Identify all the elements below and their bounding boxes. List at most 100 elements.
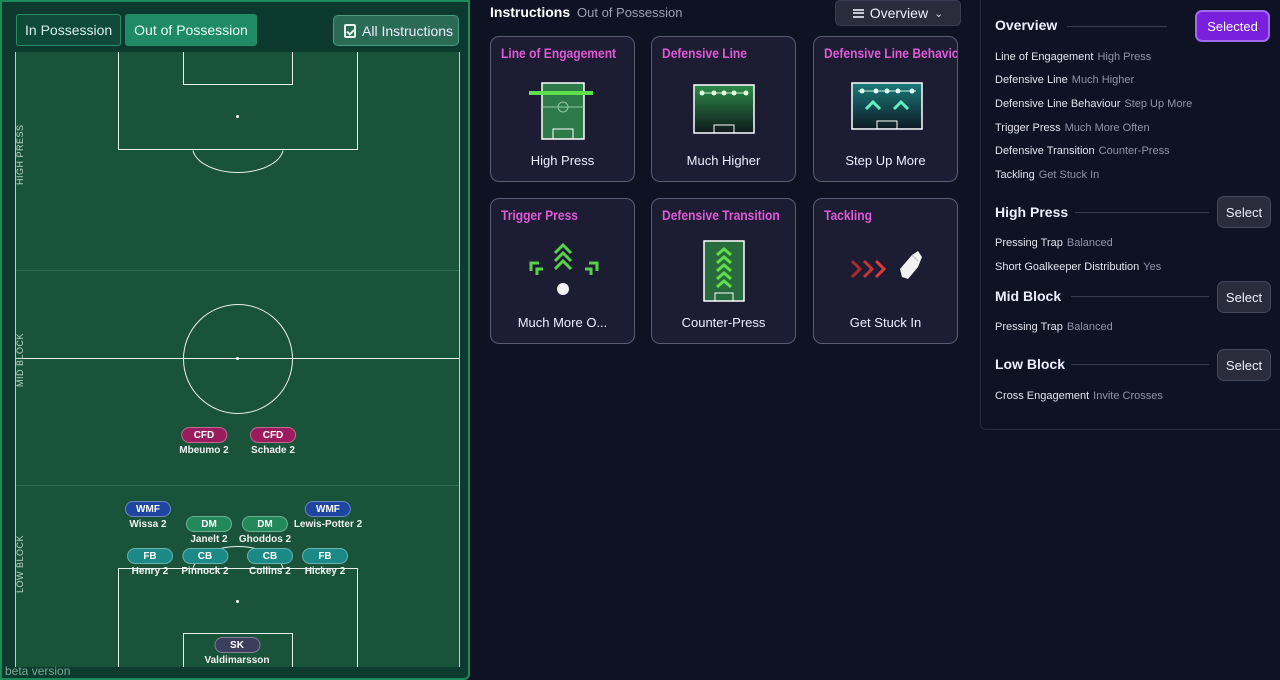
player-wissa[interactable]: WMF Wissa 2 (125, 501, 171, 530)
position-badge: FB (127, 548, 173, 564)
low-block-select-button[interactable]: Select (1217, 349, 1271, 381)
card-title: Defensive Line Behavio (824, 45, 958, 61)
position-badge: DM (186, 516, 232, 532)
player-henry[interactable]: FB Henry 2 (127, 548, 173, 577)
possession-tabs: In Possession Out of Possession (16, 14, 257, 46)
divider (1071, 296, 1209, 297)
overview-row: Trigger Press Much More Often (995, 122, 1150, 134)
high-press-heading: High Press (995, 204, 1069, 220)
card-trigger-press[interactable]: Trigger Press Much More O... (490, 198, 635, 344)
pitch: HIGH PRESS MID BLOCK LOW BLOCK CFD Mbeum… (15, 52, 460, 667)
overview-row: Defensive Transition Counter-Press (995, 145, 1170, 157)
zone-divider (16, 485, 459, 486)
card-value: Much More O... (517, 315, 608, 330)
high-press-row: Pressing Trap Balanced (995, 237, 1113, 249)
tab-out-of-possession[interactable]: Out of Possession (125, 14, 257, 46)
player-name: Henry 2 (131, 566, 169, 577)
player-name: Ghoddos 2 (238, 534, 292, 545)
high-press-row: Short Goalkeeper Distribution Yes (995, 261, 1162, 273)
tab-in-possession[interactable]: In Possession (16, 14, 122, 46)
zone-divider (16, 270, 459, 271)
player-collins[interactable]: CB Collins 2 (247, 548, 293, 577)
player-pinnock[interactable]: CB Pinnock 2 (181, 548, 229, 577)
card-title: Tackling (824, 207, 872, 223)
card-title: Defensive Transition (662, 207, 780, 223)
card-title: Line of Engagement (501, 45, 617, 61)
player-name: Janelt 2 (190, 534, 228, 545)
card-value: High Press (530, 153, 595, 168)
tackle-icon (850, 251, 922, 279)
beta-label: beta version (5, 664, 71, 678)
card-title: Defensive Line (662, 45, 747, 61)
overview-selected-button[interactable]: Selected (1195, 10, 1270, 42)
position-badge: SK (214, 637, 260, 653)
counter-press-icon (703, 240, 745, 302)
overview-dropdown[interactable]: Overview ⌄ (835, 0, 961, 26)
high-press-select-button[interactable]: Select (1217, 196, 1271, 228)
top-penalty-spot (236, 115, 239, 118)
position-badge: FB (302, 548, 348, 564)
overview-heading: Overview (995, 17, 1058, 33)
line-of-engagement-icon (529, 82, 593, 140)
low-block-row: Cross Engagement Invite Crosses (995, 390, 1163, 402)
zone-label-low-block: LOW BLOCK (15, 534, 25, 593)
overview-row: Defensive Line Behaviour Step Up More (995, 98, 1193, 110)
overview-panel: Overview Selected Line of Engagement High… (980, 0, 1280, 430)
mid-block-select-button[interactable]: Select (1217, 281, 1271, 313)
instructions-subtitle: Out of Possession (577, 5, 683, 20)
zone-label-high-press: HIGH PRESS (15, 124, 25, 185)
card-tackling[interactable]: Tackling Get Stuck In (813, 198, 958, 344)
checklist-icon (344, 23, 356, 38)
overview-dropdown-label: Overview (869, 5, 929, 21)
card-defensive-line-behaviour[interactable]: Defensive Line Behavio Step Up More (813, 36, 958, 182)
trigger-press-icon (529, 242, 599, 295)
pitch-panel: In Possession Out of Possession All Inst… (0, 0, 470, 680)
card-defensive-transition[interactable]: Defensive Transition Counter-Press (651, 198, 796, 344)
player-name: Mbeumo 2 (179, 445, 229, 456)
player-name: Collins 2 (249, 566, 291, 577)
position-badge: DM (241, 516, 288, 532)
position-badge: CFD (180, 427, 227, 443)
player-mbeumo[interactable]: CFD Mbeumo 2 (179, 427, 229, 456)
player-schade[interactable]: CFD Schade 2 (250, 427, 296, 456)
player-hickey[interactable]: FB Hickey 2 (302, 548, 348, 577)
mid-block-row: Pressing Trap Balanced (995, 321, 1113, 333)
all-instructions-button[interactable]: All Instructions (333, 15, 459, 46)
player-name: Wissa 2 (129, 519, 167, 530)
defensive-line-icon (693, 84, 755, 134)
all-instructions-label: All Instructions (362, 22, 454, 39)
card-defensive-line[interactable]: Defensive Line Much Higher (651, 36, 796, 182)
player-name: Valdimarsson (204, 655, 270, 666)
position-badge: WMF (125, 501, 171, 517)
overview-row: Line of Engagement High Press (995, 51, 1152, 63)
position-badge: CB (182, 548, 228, 564)
chevron-down-icon: ⌄ (934, 7, 944, 20)
zone-label-mid-block: MID BLOCK (15, 332, 25, 387)
divider (1075, 212, 1209, 213)
card-value: Much Higher (686, 153, 761, 168)
bottom-penalty-spot (236, 600, 239, 603)
player-name: Pinnock 2 (181, 566, 229, 577)
card-value: Get Stuck In (849, 315, 922, 330)
position-badge: CB (247, 548, 293, 564)
low-block-heading: Low Block (995, 356, 1066, 372)
player-valdimarsson[interactable]: SK Valdimarsson (204, 637, 270, 666)
card-value: Counter-Press (681, 315, 766, 330)
player-janelt[interactable]: DM Janelt 2 (186, 516, 232, 545)
top-goal-box (183, 52, 293, 85)
list-icon (852, 8, 864, 18)
player-name: Schade 2 (251, 445, 295, 456)
card-title: Trigger Press (501, 207, 578, 223)
instructions-title: Instructions (490, 4, 571, 20)
player-name: Lewis-Potter 2 (293, 519, 363, 530)
divider (1067, 26, 1167, 27)
divider (1071, 364, 1209, 365)
centre-spot (236, 357, 239, 360)
step-up-icon (851, 82, 923, 130)
player-ghoddos[interactable]: DM Ghoddos 2 (239, 516, 291, 545)
player-lewis-potter[interactable]: WMF Lewis-Potter 2 (294, 501, 362, 530)
overview-row: Tackling Get Stuck In (995, 169, 1100, 181)
card-line-of-engagement[interactable]: Line of Engagement High Press (490, 36, 635, 182)
position-badge: CFD (250, 427, 296, 443)
overview-row: Defensive Line Much Higher (995, 74, 1135, 86)
